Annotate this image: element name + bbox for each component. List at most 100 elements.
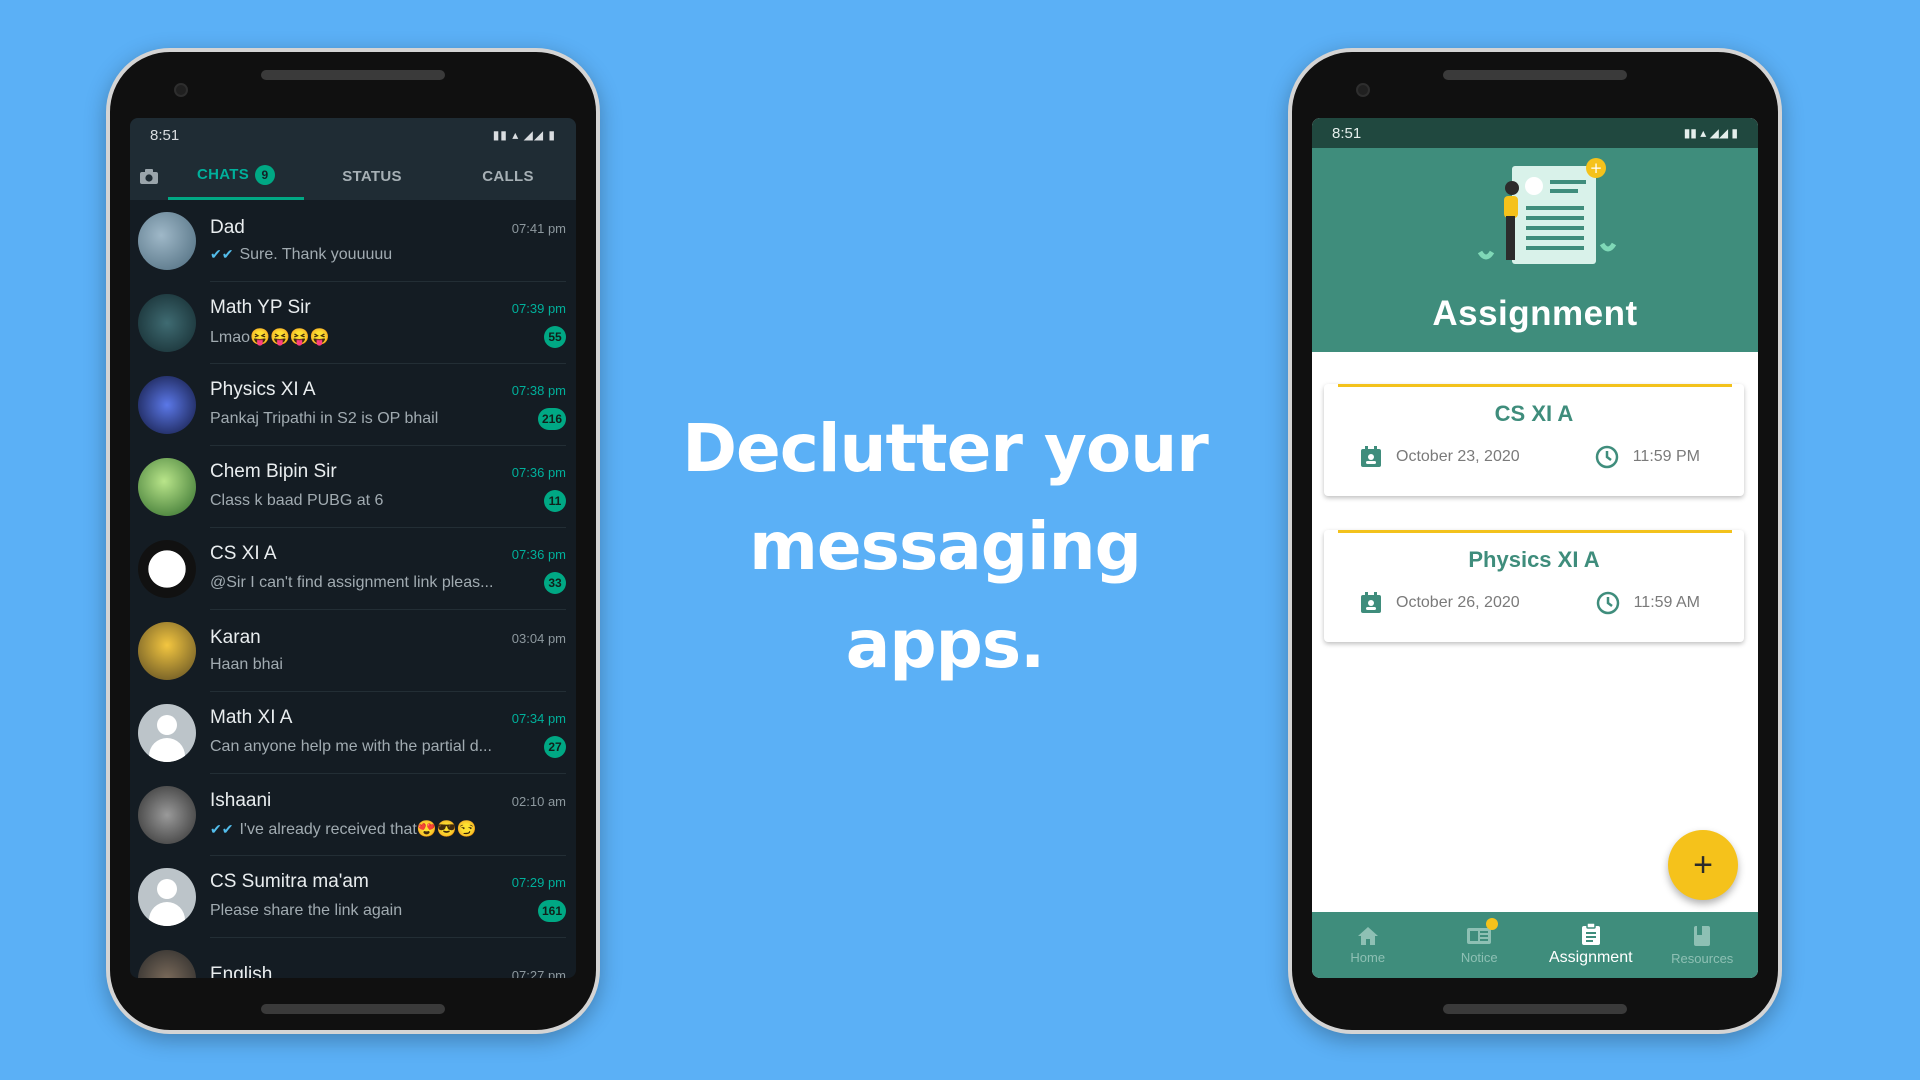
assignment-app-screen: 8:51 ▮▮ ▴ ◢◢ ▮ + Assignment CS XI A Octo… bbox=[1312, 118, 1758, 978]
clock-icon bbox=[1595, 445, 1618, 469]
chat-list-item[interactable]: CS Sumitra ma'am 07:29 pm Please share the… bbox=[130, 856, 576, 938]
chat-body: Chem Bipin Sir 07:36 pm Class k baad PUBG … bbox=[210, 446, 566, 528]
tab-calls-label: CALLS bbox=[482, 167, 534, 185]
bottom-navigation: Home Notice Assignment Resources bbox=[1312, 912, 1758, 978]
camera-icon[interactable] bbox=[130, 152, 168, 200]
chat-body: Physics XI A 07:38 pm Pankaj Tripathi in S… bbox=[210, 364, 566, 446]
card-subject: Physics XI A bbox=[1468, 547, 1600, 572]
unread-badge: 11 bbox=[544, 490, 566, 512]
tab-chats[interactable]: CHATS 9 bbox=[168, 152, 304, 200]
chat-name: Dad bbox=[210, 217, 245, 238]
chat-preview: @Sir I can't find assignment link pleas.… bbox=[210, 574, 493, 592]
chat-preview-row: Class k baad PUBG at 6 11 bbox=[210, 490, 566, 512]
avatar[interactable] bbox=[138, 540, 196, 598]
chat-time: 07:27 pm bbox=[511, 968, 566, 978]
chat-preview-text: Sure. Thank youuuuu bbox=[239, 246, 393, 263]
avatar[interactable] bbox=[138, 458, 196, 516]
tab-calls[interactable]: CALLS bbox=[440, 152, 576, 200]
chat-list-item[interactable]: Math YP Sir 07:39 pm Lmao😝😝😝😝 55 bbox=[130, 282, 576, 364]
home-icon bbox=[1357, 926, 1378, 945]
chat-list-item[interactable]: Karan 03:04 pm Haan bhai bbox=[130, 610, 576, 692]
chat-list-item[interactable]: Ishaani 02:10 am ✔✔ I've already received t… bbox=[130, 774, 576, 856]
front-camera bbox=[1356, 83, 1370, 97]
clipboard-icon bbox=[1581, 923, 1600, 945]
assignment-phone-frame: 8:51 ▮▮ ▴ ◢◢ ▮ + Assignment CS XI A Octo… bbox=[1288, 48, 1782, 1034]
nav-assignment[interactable]: Assignment bbox=[1535, 912, 1647, 978]
calendar-icon bbox=[1361, 592, 1381, 613]
chat-list-item[interactable]: Math XI A 07:34 pm Can anyone help me with… bbox=[130, 692, 576, 774]
chat-preview: Class k baad PUBG at 6 bbox=[210, 492, 383, 510]
chat-header-row: CS Sumitra ma'am 07:29 pm bbox=[210, 871, 566, 893]
chat-preview: Can anyone help me with the partial d... bbox=[210, 738, 492, 756]
assignment-card[interactable]: Physics XI A October 26, 2020 11:59 AM bbox=[1324, 530, 1744, 642]
chat-preview: ✔✔ Sure. Thank youuuuu bbox=[210, 246, 392, 264]
chat-preview-row: ✔✔ Sure. Thank youuuuu bbox=[210, 246, 566, 264]
card-time-text: 11:59 PM bbox=[1632, 448, 1700, 465]
assignment-card[interactable]: CS XI A October 23, 2020 11:59 PM bbox=[1324, 384, 1744, 496]
calendar-icon bbox=[1361, 446, 1381, 467]
chat-tabs: CHATS 9 STATUS CALLS bbox=[130, 152, 576, 200]
chat-list-item[interactable]: Physics XI A 07:38 pm Pankaj Tripathi in S… bbox=[130, 364, 576, 446]
chat-preview: ✔✔ I've already received that😍😎😏 bbox=[210, 819, 477, 839]
avatar[interactable] bbox=[138, 622, 196, 680]
chat-name: CS Sumitra ma'am bbox=[210, 871, 369, 892]
card-time: 11:59 AM bbox=[1596, 591, 1700, 615]
chat-preview: Please share the link again bbox=[210, 902, 402, 920]
card-meta: October 23, 2020 11:59 PM bbox=[1324, 445, 1744, 469]
chat-body: CS Sumitra ma'am 07:29 pm Please share the… bbox=[210, 856, 566, 938]
add-assignment-button[interactable]: + bbox=[1668, 830, 1738, 900]
chat-header-row: Math XI A 07:34 pm bbox=[210, 707, 566, 729]
card-subject: CS XI A bbox=[1494, 401, 1574, 426]
chat-list-item[interactable]: Dad 07:41 pm ✔✔ Sure. Thank youuuuu bbox=[130, 200, 576, 282]
chat-body: Math YP Sir 07:39 pm Lmao😝😝😝😝 55 bbox=[210, 282, 566, 364]
chat-preview-text: @Sir I can't find assignment link pleas.… bbox=[210, 574, 494, 591]
svg-text:+: + bbox=[1590, 159, 1603, 177]
tab-chats-label: CHATS bbox=[196, 166, 250, 183]
status-bar: 8:51 ▮▮ ▴ ◢◢ ▮ bbox=[1312, 118, 1758, 148]
nav-resources[interactable]: Resources bbox=[1647, 912, 1759, 978]
tab-status[interactable]: STATUS bbox=[304, 152, 440, 200]
chat-preview-row: Pankaj Tripathi in S2 is OP bhail 216 bbox=[210, 408, 566, 430]
nav-resources-label: Resources bbox=[1671, 950, 1734, 966]
nav-assignment-label: Assignment bbox=[1548, 949, 1633, 966]
avatar[interactable] bbox=[138, 212, 196, 270]
chat-list-item[interactable]: CS XI A 07:36 pm @Sir I can't find assignm… bbox=[130, 528, 576, 610]
chat-name: Math XI A bbox=[210, 707, 293, 728]
double-check-icon: ✔✔ bbox=[210, 246, 234, 262]
chat-app-screen: 8:51 ▮▮ ▴ ◢◢ ▮ CHATS 9 STATUS CALLS Dad 0… bbox=[130, 118, 576, 978]
double-check-icon: ✔✔ bbox=[210, 821, 234, 837]
chat-list-item[interactable]: English 07:27 pm bbox=[130, 938, 576, 978]
chat-body: English 07:27 pm bbox=[210, 938, 566, 978]
chat-name: English bbox=[210, 964, 273, 978]
chat-preview-row: Haan bhai bbox=[210, 656, 566, 674]
assignment-illustration: + bbox=[1477, 158, 1617, 264]
phone-speaker bbox=[261, 70, 445, 80]
chat-preview: Lmao😝😝😝😝 bbox=[210, 327, 330, 347]
chat-header-row: Chem Bipin Sir 07:36 pm bbox=[210, 461, 566, 483]
chat-list-item[interactable]: Chem Bipin Sir 07:36 pm Class k baad PUBG … bbox=[130, 446, 576, 528]
chat-preview-row: Can anyone help me with the partial d...… bbox=[210, 736, 566, 758]
avatar[interactable] bbox=[138, 704, 196, 762]
chat-preview-text: Lmao😝😝😝😝 bbox=[210, 329, 330, 346]
chat-preview-row: Please share the link again 161 bbox=[210, 900, 566, 922]
chat-header-row: English 07:27 pm bbox=[210, 964, 566, 978]
chat-time: 07:34 pm bbox=[511, 711, 566, 726]
chat-time: 07:36 pm bbox=[511, 547, 566, 562]
chat-name: CS XI A bbox=[210, 543, 277, 564]
nav-home[interactable]: Home bbox=[1312, 912, 1424, 978]
chat-time: 02:10 am bbox=[511, 794, 566, 809]
chat-name: Chem Bipin Sir bbox=[210, 461, 337, 482]
avatar[interactable] bbox=[138, 786, 196, 844]
assignment-header: + Assignment bbox=[1312, 148, 1758, 352]
phone-bottom-speaker bbox=[1443, 1004, 1627, 1014]
chat-time: 03:04 pm bbox=[511, 631, 566, 646]
avatar[interactable] bbox=[138, 868, 196, 926]
status-time: 8:51 bbox=[150, 126, 180, 144]
chat-header-row: Karan 03:04 pm bbox=[210, 627, 566, 649]
avatar[interactable] bbox=[138, 950, 196, 978]
chat-time: 07:29 pm bbox=[511, 875, 566, 890]
card-date-text: October 23, 2020 bbox=[1396, 448, 1520, 465]
avatar[interactable] bbox=[138, 376, 196, 434]
nav-notice[interactable]: Notice bbox=[1424, 912, 1536, 978]
avatar[interactable] bbox=[138, 294, 196, 352]
